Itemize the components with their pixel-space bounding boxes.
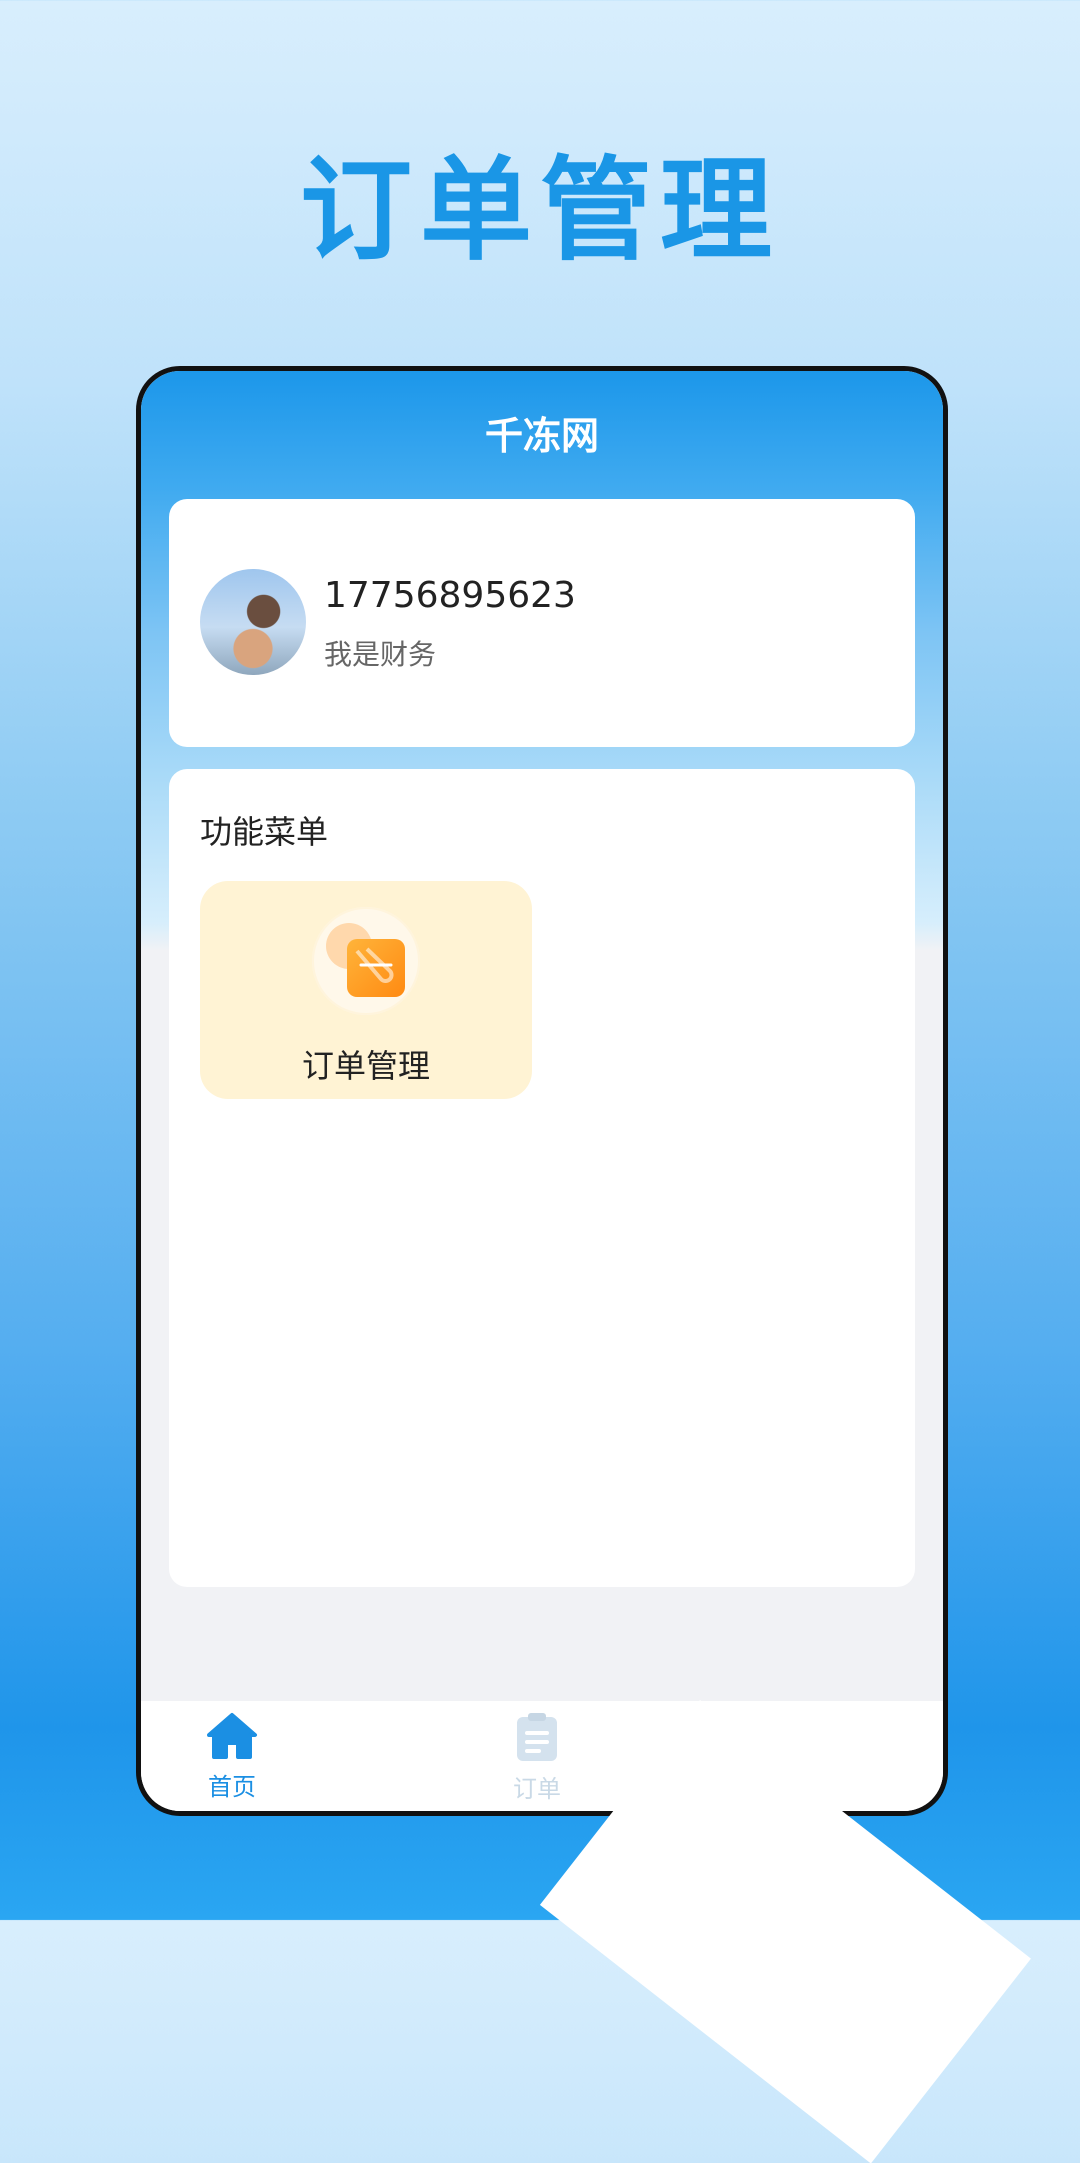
user-phone: 17756895623 — [324, 575, 576, 616]
home-icon — [157, 1711, 307, 1765]
avatar[interactable] — [200, 569, 306, 675]
folder-icon — [347, 939, 405, 997]
menu-heading: 功能菜单 — [200, 813, 329, 851]
menu-item-order-manage[interactable]: 订单管理 — [200, 881, 532, 1099]
tab-home[interactable]: 首页 — [157, 1711, 307, 1802]
promo-title: 订单管理 — [300, 146, 780, 276]
menu-item-label: 订单管理 — [301, 1047, 430, 1085]
order-manage-icon — [312, 907, 420, 1015]
tab-orders-label: 订单 — [513, 1775, 561, 1803]
profile-card[interactable]: 17756895623 我是财务 — [169, 499, 915, 747]
tab-orders[interactable]: 订单 — [462, 1711, 612, 1804]
phone-frame: 千冻网 17756895623 我是财务 功能菜单 订单管理 首页 订单 — [136, 366, 948, 1816]
clipboard-icon — [462, 1711, 612, 1767]
bottom-tab-bar: 首页 订单 — [141, 1701, 943, 1811]
user-role: 我是财务 — [324, 638, 437, 671]
app-title: 千冻网 — [484, 414, 599, 458]
function-menu-card: 功能菜单 订单管理 — [169, 769, 915, 1587]
tab-home-label: 首页 — [208, 1773, 256, 1801]
